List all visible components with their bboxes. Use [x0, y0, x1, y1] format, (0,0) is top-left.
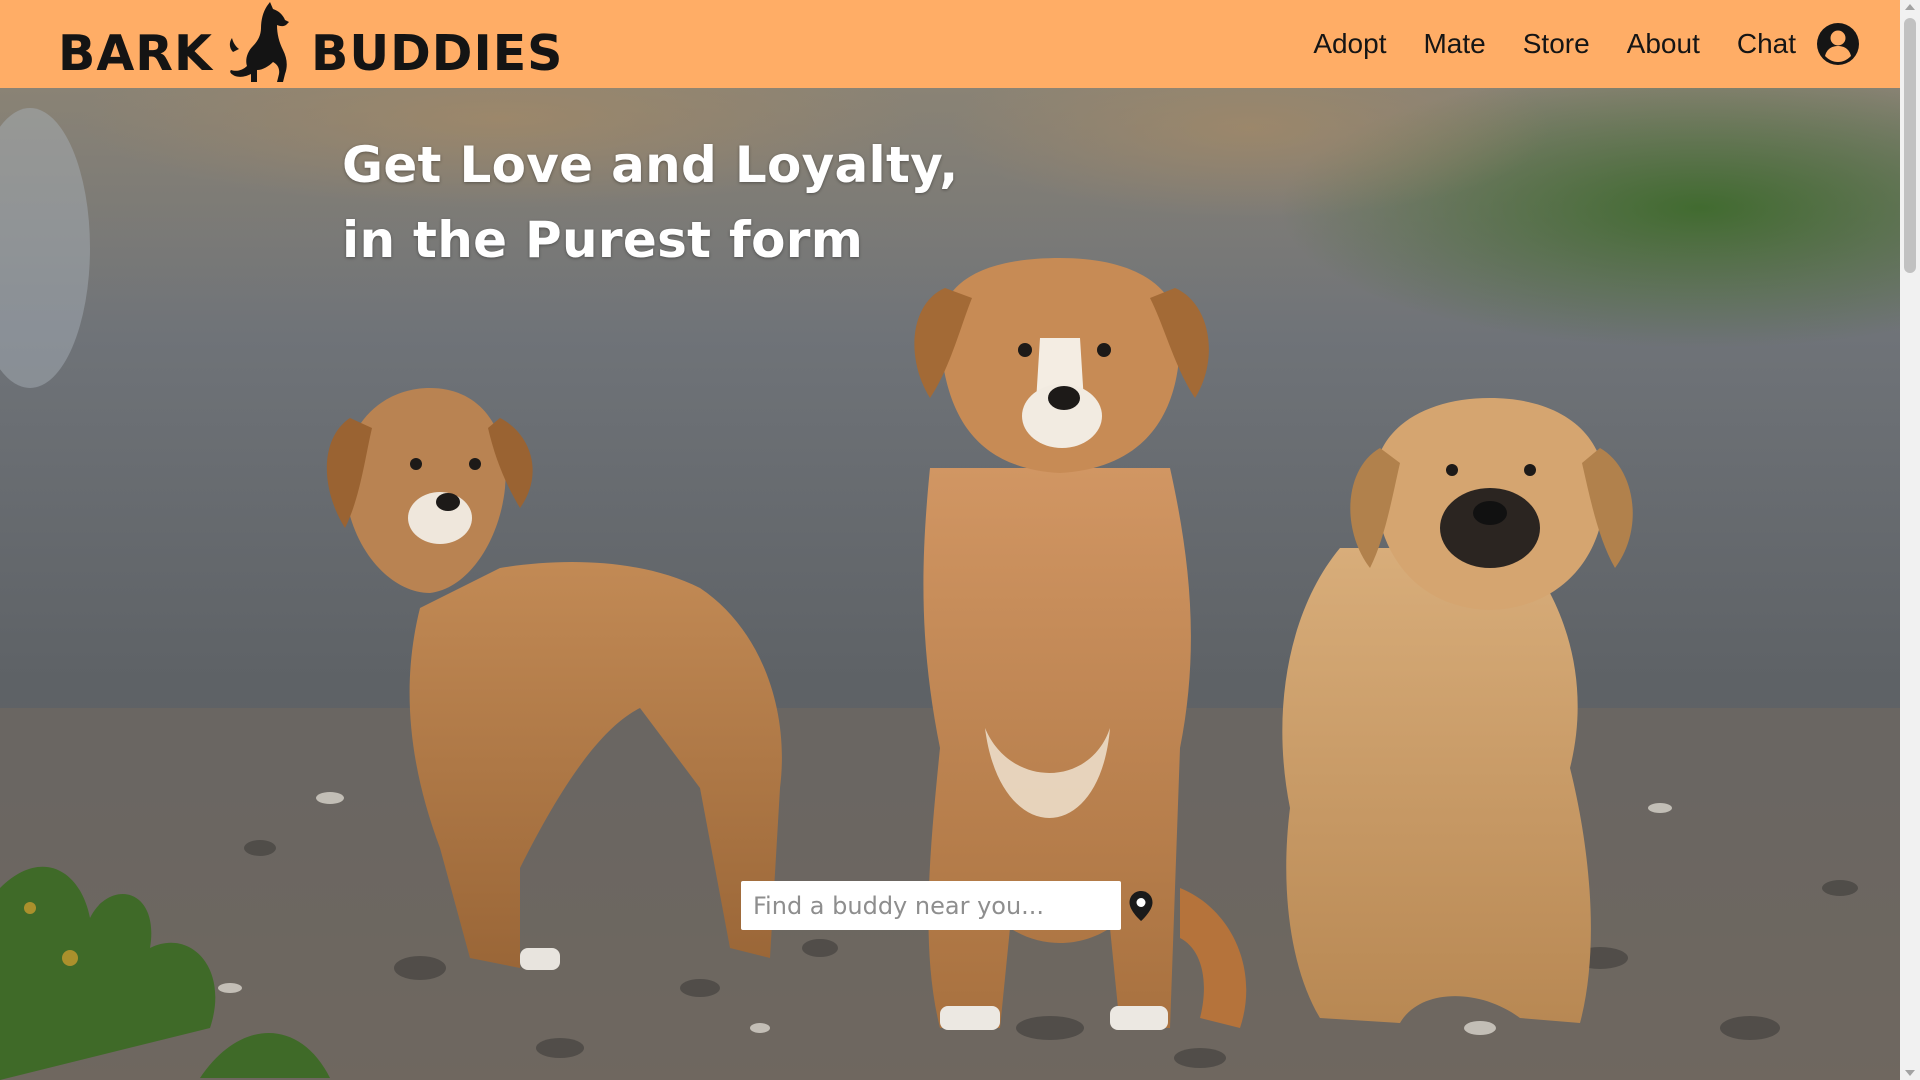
user-circle-icon[interactable]: [1816, 22, 1860, 66]
nav-chat[interactable]: Chat: [1737, 30, 1796, 58]
scroll-down-arrow-icon[interactable]: [1905, 1070, 1915, 1076]
nav-about[interactable]: About: [1627, 30, 1700, 58]
buddy-search-input[interactable]: [741, 881, 1121, 930]
hero-section: Get Love and Loyalty, in the Purest form: [0, 88, 1900, 1080]
brand-word-right: BUDDIES: [310, 25, 564, 82]
nav-mate[interactable]: Mate: [1423, 30, 1485, 58]
map-pin-icon[interactable]: [1128, 890, 1154, 922]
nav-adopt[interactable]: Adopt: [1313, 30, 1386, 58]
dog-silhouette-icon: [229, 2, 289, 82]
hero-headline-line2: in the Purest form: [342, 211, 864, 269]
scroll-up-arrow-icon[interactable]: [1905, 4, 1915, 10]
hero-headline: Get Love and Loyalty, in the Purest form: [342, 128, 959, 278]
site-header: BARK BUDDIES Adopt Mate Store About Chat: [0, 0, 1900, 88]
brand-word-left: BARK: [58, 25, 213, 82]
nav-store[interactable]: Store: [1523, 30, 1590, 58]
main-nav: Adopt Mate Store About Chat: [1276, 0, 1860, 88]
page-scrollbar[interactable]: [1900, 0, 1920, 1080]
hero-headline-line1: Get Love and Loyalty,: [342, 136, 959, 194]
scrollbar-thumb[interactable]: [1904, 18, 1916, 273]
brand-logo[interactable]: BARK BUDDIES: [58, 0, 563, 88]
